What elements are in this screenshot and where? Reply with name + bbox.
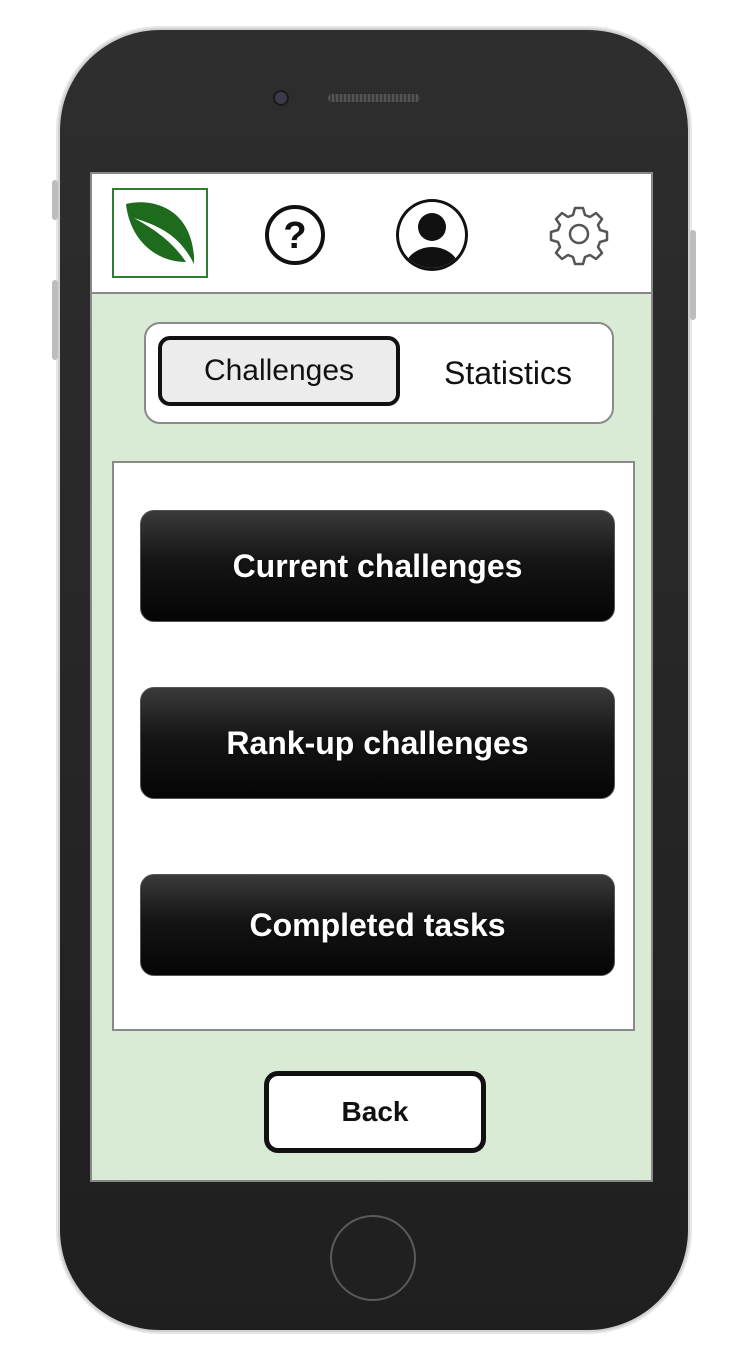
tab-challenges[interactable]: Challenges [158,336,400,406]
rankup-challenges-button[interactable]: Rank-up challenges [140,687,615,799]
profile-button[interactable] [394,194,470,276]
completed-tasks-button[interactable]: Completed tasks [140,874,615,976]
challenges-panel: Current challenges Rank-up challenges Co… [112,461,635,1031]
help-button[interactable]: ? [264,204,326,266]
speaker-grille [328,94,420,102]
view-tabs: Challenges Statistics [144,322,614,424]
current-challenges-button[interactable]: Current challenges [140,510,615,622]
app-logo[interactable] [112,188,208,278]
back-button[interactable]: Back [264,1071,486,1153]
top-bar: ? [92,174,651,294]
question-mark-icon: ? [265,205,325,265]
gear-icon [549,206,609,266]
app-screen: ? Challenges Statistics Current challeng… [90,172,653,1182]
power-button [690,230,696,320]
user-avatar-icon [396,199,468,271]
front-camera [273,90,289,106]
volume-up-button [52,280,58,360]
tab-statistics[interactable]: Statistics [418,336,598,410]
leaf-icon [126,202,194,264]
svg-text:?: ? [283,215,306,257]
mute-switch [52,180,58,220]
settings-button[interactable] [547,202,611,266]
home-button[interactable] [330,1215,416,1301]
